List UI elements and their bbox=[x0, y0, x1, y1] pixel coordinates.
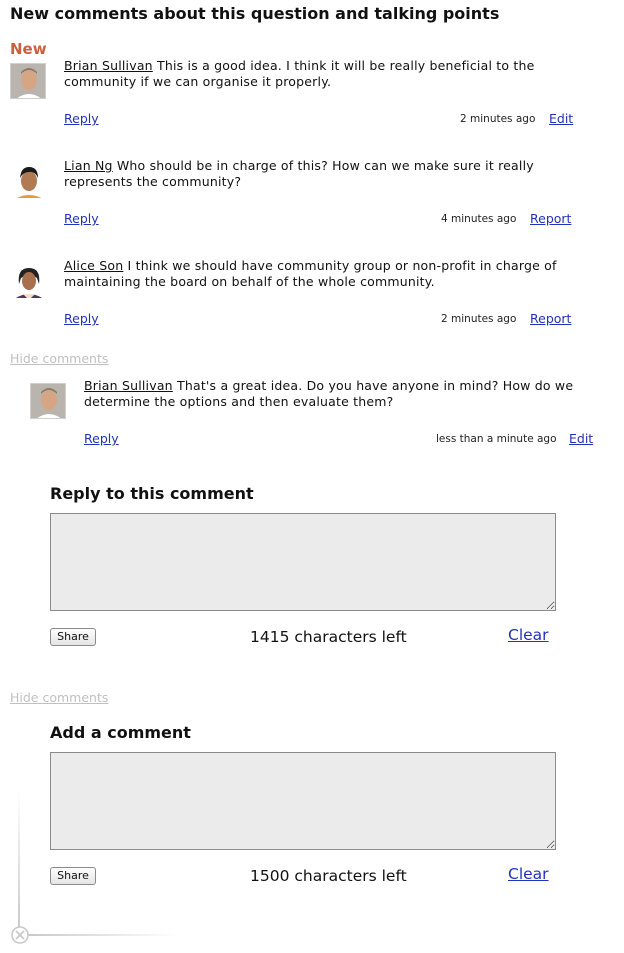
clear-link[interactable]: Clear bbox=[508, 865, 549, 883]
report-link[interactable]: Report bbox=[530, 211, 571, 226]
comment-body: Who should be in charge of this? How can… bbox=[64, 158, 534, 189]
reply-form-title: Reply to this comment bbox=[50, 484, 254, 503]
edit-link[interactable]: Edit bbox=[549, 111, 573, 126]
new-badge: New bbox=[10, 40, 47, 58]
reply-link[interactable]: Reply bbox=[64, 111, 99, 126]
add-comment-title: Add a comment bbox=[50, 723, 191, 742]
characters-left: 1415 characters left bbox=[250, 628, 407, 646]
comment-text: Lian Ng Who should be in charge of this?… bbox=[64, 158, 584, 190]
reply-textarea[interactable] bbox=[50, 513, 556, 611]
guide-line bbox=[28, 934, 178, 936]
comment-text: Alice Son I think we should have communi… bbox=[64, 258, 584, 290]
timestamp: 2 minutes ago bbox=[441, 313, 517, 325]
page-title: New comments about this question and tal… bbox=[10, 4, 500, 23]
guide-line bbox=[18, 790, 20, 930]
avatar bbox=[10, 263, 46, 299]
avatar-icon bbox=[31, 384, 65, 418]
reply-link[interactable]: Reply bbox=[84, 431, 119, 446]
avatar bbox=[10, 163, 46, 199]
hide-comments-link[interactable]: Hide comments bbox=[10, 351, 108, 366]
avatar bbox=[10, 63, 46, 99]
avatar-icon bbox=[11, 264, 45, 298]
edit-link[interactable]: Edit bbox=[569, 431, 593, 446]
hide-comments-link[interactable]: Hide comments bbox=[10, 690, 108, 705]
comment-textarea[interactable] bbox=[50, 752, 556, 850]
timestamp: less than a minute ago bbox=[436, 433, 557, 445]
share-button[interactable]: Share bbox=[50, 628, 96, 646]
avatar-icon bbox=[11, 64, 45, 98]
timestamp: 4 minutes ago bbox=[441, 213, 517, 225]
author-link[interactable]: Alice Son bbox=[64, 258, 123, 273]
author-link[interactable]: Brian Sullivan bbox=[84, 378, 173, 393]
author-link[interactable]: Brian Sullivan bbox=[64, 58, 153, 73]
avatar bbox=[30, 383, 66, 419]
reply-link[interactable]: Reply bbox=[64, 311, 99, 326]
reply-link[interactable]: Reply bbox=[64, 211, 99, 226]
comment-body: I think we should have community group o… bbox=[64, 258, 557, 289]
author-link[interactable]: Lian Ng bbox=[64, 158, 113, 173]
close-circle-icon[interactable] bbox=[10, 925, 30, 945]
characters-left: 1500 characters left bbox=[250, 867, 407, 885]
comment-text: Brian Sullivan This is a good idea. I th… bbox=[64, 58, 584, 90]
timestamp: 2 minutes ago bbox=[460, 113, 536, 125]
share-button[interactable]: Share bbox=[50, 867, 96, 885]
avatar-icon bbox=[11, 164, 45, 198]
clear-link[interactable]: Clear bbox=[508, 626, 549, 644]
report-link[interactable]: Report bbox=[530, 311, 571, 326]
comment-text: Brian Sullivan That's a great idea. Do y… bbox=[84, 378, 584, 410]
